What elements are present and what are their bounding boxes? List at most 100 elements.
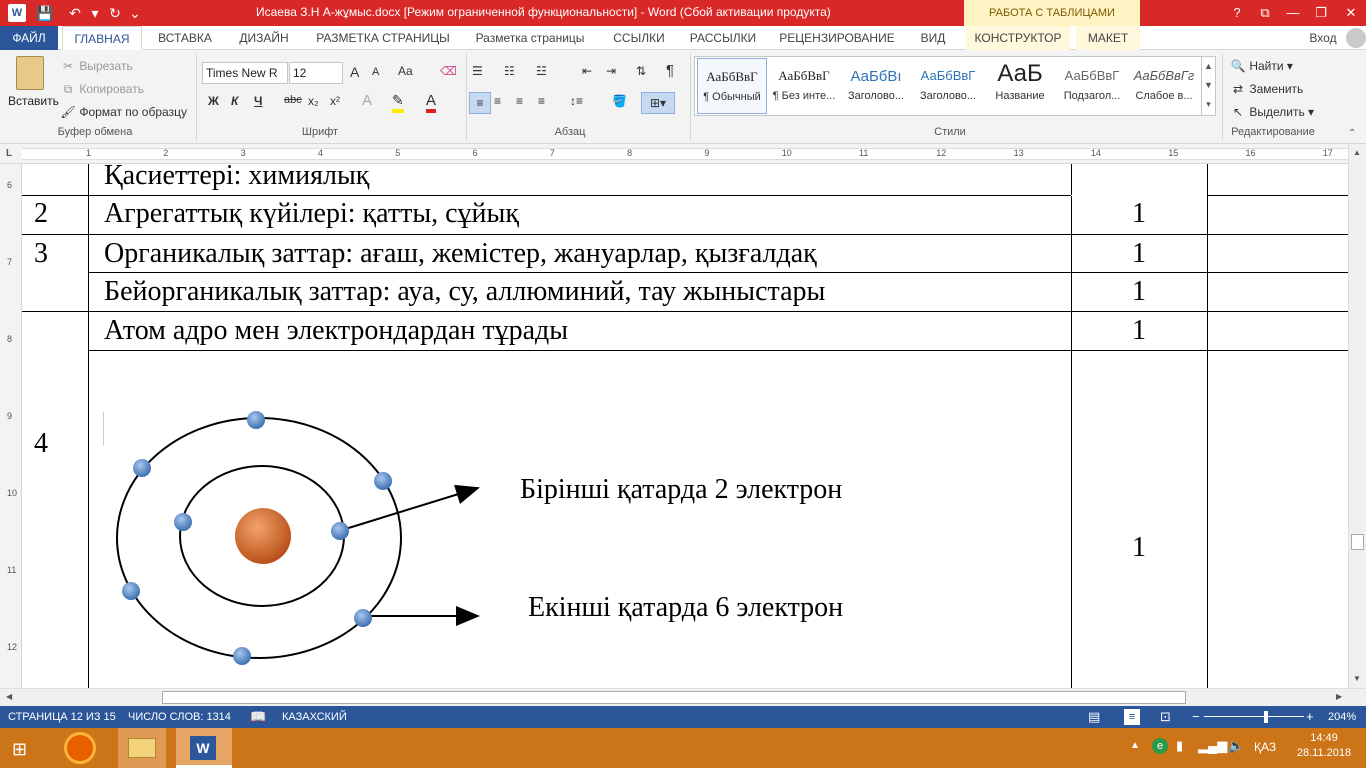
save-icon[interactable]: 💾 bbox=[34, 2, 56, 24]
collapse-ribbon-icon[interactable]: ⌃ bbox=[1348, 128, 1356, 139]
text-effects-icon[interactable]: A bbox=[362, 92, 372, 109]
style-normal[interactable]: АаБбВвГ ¶ Обычный bbox=[697, 58, 767, 114]
style-subtle-emphasis[interactable]: АаБбВвГг Слабое в... bbox=[1129, 58, 1199, 114]
network-icon[interactable]: ▂▄▆ bbox=[1198, 738, 1227, 754]
select-button[interactable]: ↖ Выделить ▾ bbox=[1230, 104, 1314, 120]
firefox-icon[interactable] bbox=[64, 732, 96, 764]
document-page[interactable]: Қасиеттері: химиялық 2 Агрегаттық күйіле… bbox=[22, 164, 1348, 688]
tab-layout[interactable]: МАКЕТ bbox=[1076, 26, 1140, 50]
zoom-in-button[interactable]: + bbox=[1306, 709, 1314, 724]
copy-button[interactable]: ⧉ Копировать bbox=[60, 81, 144, 97]
zoom-level[interactable]: 204% bbox=[1328, 711, 1356, 723]
tab-page-layout[interactable]: РАЗМЕТКА СТРАНИЦЫ bbox=[306, 26, 460, 50]
borders-icon[interactable]: ⊞▾ bbox=[641, 92, 675, 114]
scroll-down-icon[interactable]: ▼ bbox=[1353, 674, 1361, 683]
scroll-thumb[interactable] bbox=[1351, 534, 1364, 550]
scroll-left-icon[interactable]: ◀ bbox=[6, 692, 12, 701]
scroll-right-icon[interactable]: ▶ bbox=[1336, 692, 1342, 701]
read-mode-icon[interactable]: ▤ bbox=[1088, 709, 1100, 725]
cut-button[interactable]: ✂ Вырезать bbox=[60, 58, 133, 74]
file-explorer-button[interactable] bbox=[118, 728, 166, 768]
tab-constructor[interactable]: КОНСТРУКТОР bbox=[966, 26, 1070, 50]
battery-icon[interactable]: ▮ bbox=[1176, 738, 1183, 754]
word-taskbar-button[interactable]: W bbox=[176, 728, 232, 768]
tab-file[interactable]: ФАЙЛ bbox=[0, 26, 58, 50]
bold-button[interactable]: Ж bbox=[208, 94, 219, 108]
help-button[interactable]: ? bbox=[1222, 0, 1252, 26]
tray-expand-icon[interactable]: ▲ bbox=[1130, 740, 1140, 751]
zoom-slider-thumb[interactable] bbox=[1264, 711, 1268, 723]
align-right-icon[interactable]: ≡ bbox=[516, 94, 523, 108]
proofing-icon[interactable]: 📖 bbox=[250, 709, 266, 725]
vertical-scrollbar[interactable]: ▲ ▼ bbox=[1348, 144, 1366, 688]
minimize-button[interactable]: — bbox=[1278, 0, 1308, 26]
scroll-thumb[interactable] bbox=[162, 691, 1186, 704]
tab-design[interactable]: ДИЗАЙН bbox=[226, 26, 302, 50]
font-size-select[interactable]: 12 bbox=[289, 62, 343, 84]
undo-icon[interactable]: ↶ bbox=[64, 2, 86, 24]
vertical-ruler[interactable]: 6 7 8 9 10 11 12 bbox=[0, 164, 22, 688]
zoom-slider[interactable] bbox=[1204, 716, 1304, 717]
line-spacing-icon[interactable]: ↕≡ bbox=[570, 94, 583, 108]
font-name-select[interactable]: Times New R bbox=[202, 62, 288, 84]
customize-toolbar-icon[interactable]: ⌄ bbox=[124, 2, 146, 24]
italic-button[interactable]: К bbox=[231, 94, 238, 108]
sign-in-link[interactable]: Вход bbox=[1300, 26, 1346, 50]
find-button[interactable]: 🔍 Найти ▾ bbox=[1230, 58, 1293, 74]
tray-app-icon[interactable]: e bbox=[1152, 738, 1168, 754]
style-subtitle[interactable]: АаБбВвГ Подзагол... bbox=[1057, 58, 1127, 114]
word-app-icon[interactable]: W bbox=[8, 4, 26, 22]
clock[interactable]: 14:49 28.11.2018 bbox=[1296, 732, 1352, 759]
tab-references[interactable]: ССЫЛКИ bbox=[604, 26, 674, 50]
justify-icon[interactable]: ≡ bbox=[538, 94, 545, 108]
tab-insert[interactable]: ВСТАВКА bbox=[150, 26, 220, 50]
tab-home[interactable]: ГЛАВНАЯ bbox=[62, 26, 142, 50]
increase-indent-icon[interactable]: ⇥ bbox=[606, 64, 616, 78]
sort-icon[interactable]: ⇅ bbox=[636, 64, 646, 78]
shading-icon[interactable]: 🪣 bbox=[612, 94, 627, 108]
restore-button[interactable]: ❐ bbox=[1306, 0, 1336, 26]
close-button[interactable]: ✕ bbox=[1336, 0, 1366, 26]
numbering-icon[interactable]: ☷ bbox=[504, 64, 515, 78]
undo-dropdown-icon[interactable]: ▾ bbox=[84, 2, 106, 24]
align-left-icon[interactable]: ≡ bbox=[469, 92, 491, 114]
underline-button[interactable]: Ч bbox=[254, 94, 262, 108]
replace-button[interactable]: ⇄ Заменить bbox=[1230, 81, 1303, 97]
grow-font-button[interactable]: A bbox=[350, 64, 359, 80]
tab-view[interactable]: ВИД bbox=[906, 26, 960, 50]
font-color-icon[interactable]: A bbox=[426, 92, 437, 113]
scroll-up-icon[interactable]: ▲ bbox=[1353, 148, 1361, 157]
superscript-button[interactable]: x² bbox=[330, 94, 340, 108]
horizontal-ruler[interactable]: L 1 2 3 4 5 6 7 8 9 10 11 12 13 14 15 16 17 bbox=[0, 144, 1366, 164]
user-avatar[interactable] bbox=[1346, 28, 1366, 48]
web-layout-icon[interactable]: ⊡ bbox=[1160, 709, 1171, 725]
page-count[interactable]: СТРАНИЦА 12 ИЗ 15 bbox=[8, 711, 116, 723]
change-case-button[interactable]: Aa bbox=[398, 64, 413, 78]
strikethrough-button[interactable]: abc bbox=[284, 94, 302, 106]
multilevel-list-icon[interactable]: ☳ bbox=[536, 64, 547, 78]
clear-formatting-icon[interactable]: ⌫ bbox=[440, 64, 457, 78]
highlight-icon[interactable]: ✎ bbox=[392, 92, 404, 113]
print-layout-icon[interactable]: ≡ bbox=[1124, 709, 1140, 725]
show-marks-button[interactable]: ¶ bbox=[666, 62, 674, 79]
tab-page-layout-2[interactable]: Разметка страницы bbox=[466, 26, 594, 50]
word-count[interactable]: ЧИСЛО СЛОВ: 1314 bbox=[128, 711, 231, 723]
style-heading-1[interactable]: АаБбВı Заголово... bbox=[841, 58, 911, 114]
language-indicator[interactable]: КАЗАХСКИЙ bbox=[282, 711, 347, 723]
paste-button[interactable]: Вставить bbox=[8, 56, 59, 118]
tab-review[interactable]: РЕЦЕНЗИРОВАНИЕ bbox=[774, 26, 900, 50]
format-painter-button[interactable]: 🖌 Формат по образцу bbox=[60, 104, 187, 120]
volume-icon[interactable]: 🔈 bbox=[1228, 738, 1244, 754]
shrink-font-button[interactable]: A bbox=[372, 66, 379, 78]
style-title[interactable]: АаБ Название bbox=[985, 58, 1055, 114]
zoom-out-button[interactable]: − bbox=[1192, 709, 1200, 724]
ribbon-display-button[interactable]: ⧉ bbox=[1250, 0, 1280, 26]
style-no-spacing[interactable]: АаБбВвГ ¶ Без инте... bbox=[769, 58, 839, 114]
decrease-indent-icon[interactable]: ⇤ bbox=[582, 64, 592, 78]
style-heading-2[interactable]: АаБбВвГ Заголово... bbox=[913, 58, 983, 114]
tab-selector-icon[interactable]: L bbox=[6, 148, 12, 159]
subscript-button[interactable]: x₂ bbox=[308, 94, 319, 108]
input-language[interactable]: ҚАЗ bbox=[1254, 740, 1276, 754]
bullets-icon[interactable]: ☰ bbox=[472, 64, 483, 78]
redo-icon[interactable]: ↻ bbox=[104, 2, 126, 24]
